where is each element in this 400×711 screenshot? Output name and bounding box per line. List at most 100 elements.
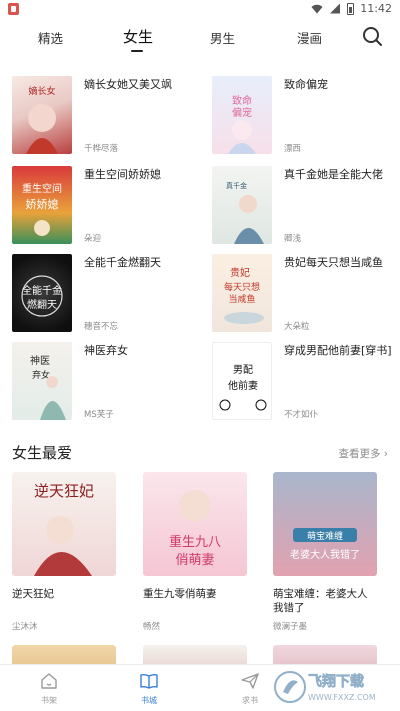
book-title: 穿成男配他前妻[穿书] bbox=[284, 344, 392, 357]
book-title: 全能千金燃翻天 bbox=[84, 256, 161, 269]
book-cover: 男配 他前妻 bbox=[212, 342, 272, 420]
status-bar: 11:42 bbox=[0, 0, 400, 18]
svg-text:当咸鱼: 当咸鱼 bbox=[228, 293, 255, 305]
cover-art: 萌宝难缠 老婆大人我错了 bbox=[290, 528, 360, 561]
cover-art: 重生空间 娇娇媳 bbox=[22, 182, 62, 236]
book-author: 千桦尽落 bbox=[84, 144, 119, 154]
book-title: 真千金她是全能大佬 bbox=[284, 168, 383, 181]
tab-male[interactable]: 男生 bbox=[210, 28, 235, 47]
svg-text:每天只想: 每天只想 bbox=[224, 281, 260, 293]
book-cover: 全能千金 燃翻天 bbox=[12, 254, 72, 332]
svg-text:萌宝难缠: 萌宝难缠 bbox=[307, 530, 343, 542]
book-cover: 神医 弃女 bbox=[12, 342, 72, 420]
watermark-logo: 飞翔下载 WWW.FXXZ.COM bbox=[274, 668, 396, 706]
nav-request-book[interactable]: 求书 bbox=[220, 671, 280, 706]
book-title: 逆天狂妃 bbox=[12, 588, 54, 600]
book-cover: 真千金 bbox=[212, 166, 272, 244]
book-store-content[interactable]: 嫡长女 嫡长女她又美又飒 千桦尽落 致命 偏宠 致命偏宠 漂西 重生空间 娇娇媳… bbox=[0, 62, 400, 664]
book-title: 嫡长女她又美又飒 bbox=[84, 78, 172, 91]
watermark-url: WWW.FXXZ.COM bbox=[308, 693, 376, 702]
svg-text:嫡长女: 嫡长女 bbox=[28, 85, 55, 97]
top-tab-bar: 精选 女生 男生 漫画 bbox=[0, 18, 400, 62]
book-title: 贵妃每天只想当咸鱼 bbox=[284, 256, 383, 269]
book-cover-peek bbox=[273, 645, 377, 664]
recommend-card[interactable]: 逆天狂妃 逆天狂妃 尘沐沐 bbox=[12, 472, 116, 632]
book-card[interactable]: 男配 他前妻 穿成男配他前妻[穿书] 不才如仆 bbox=[212, 342, 400, 422]
section-title: 女生最爱 bbox=[12, 444, 73, 462]
tab-female[interactable]: 女生 bbox=[123, 26, 153, 47]
watermark-text: 飞翔下载 bbox=[308, 673, 364, 690]
active-tab-indicator bbox=[131, 50, 143, 52]
nav-label: 书架 bbox=[41, 696, 57, 705]
book-author: MS芙子 bbox=[84, 410, 114, 420]
tab-comics[interactable]: 漫画 bbox=[297, 28, 322, 47]
book-title: 萌宝难缠：老婆大人我错了 bbox=[273, 588, 368, 614]
book-author: 穗音不忘 bbox=[84, 322, 119, 332]
book-author: 大朵粒 bbox=[284, 322, 310, 332]
book-card[interactable]: 嫡长女 嫡长女她又美又飒 千桦尽落 bbox=[12, 76, 202, 156]
recommend-card[interactable]: 萌宝难缠 老婆大人我错了 萌宝难缠：老婆大人我错了 微澜子墨 bbox=[273, 472, 377, 632]
book-title: 致命偏宠 bbox=[284, 78, 328, 91]
watermark-art: 飞翔下载 WWW.FXXZ.COM bbox=[274, 671, 376, 703]
battery-icon bbox=[347, 2, 355, 15]
book-author: 朵迎 bbox=[84, 234, 102, 244]
tab-featured[interactable]: 精选 bbox=[38, 28, 63, 47]
signal-icon bbox=[330, 3, 341, 14]
svg-text:重生九八: 重生九八 bbox=[169, 534, 221, 550]
svg-text:真千金: 真千金 bbox=[226, 181, 247, 190]
book-title: 重生空间娇娇媳 bbox=[84, 168, 161, 181]
cover-art: 嫡长女 bbox=[26, 85, 58, 154]
book-card[interactable]: 真千金 真千金她是全能大佬 卿浅 bbox=[212, 166, 400, 246]
book-card[interactable]: 全能千金 燃翻天 全能千金燃翻天 穗音不忘 bbox=[12, 254, 202, 334]
book-card[interactable]: 神医 弃女 神医弃女 MS芙子 bbox=[12, 342, 202, 422]
book-cover-peek bbox=[12, 645, 116, 664]
nav-label: 书城 bbox=[141, 696, 157, 705]
book-cover: 萌宝难缠 老婆大人我错了 bbox=[273, 472, 377, 576]
cover-art: 真千金 bbox=[226, 181, 264, 244]
book-author: 不才如仆 bbox=[284, 410, 319, 420]
book-card[interactable]: 致命 偏宠 致命偏宠 漂西 bbox=[212, 76, 400, 156]
book-author: 微澜子墨 bbox=[273, 622, 308, 632]
nav-bookstore[interactable]: 书城 bbox=[119, 671, 179, 706]
nav-label: 求书 bbox=[242, 696, 258, 705]
book-cover: 嫡长女 bbox=[12, 76, 72, 154]
cover-art: 逆天狂妃 bbox=[34, 482, 94, 576]
cover-art: 重生九八 俏萌妻 bbox=[169, 490, 221, 568]
svg-text:燃翻天: 燃翻天 bbox=[27, 298, 57, 311]
book-cover: 致命 偏宠 bbox=[212, 76, 272, 154]
book-author: 畅然 bbox=[143, 622, 161, 632]
cover-art: 全能千金 燃翻天 bbox=[21, 275, 63, 317]
svg-text:神医: 神医 bbox=[30, 354, 50, 367]
book-title: 重生九零俏萌妻 bbox=[143, 588, 217, 600]
svg-text:偏宠: 偏宠 bbox=[232, 106, 252, 119]
book-card[interactable]: 贵妃 每天只想 当咸鱼 贵妃每天只想当咸鱼 大朵粒 bbox=[212, 254, 400, 334]
book-cover-peek bbox=[143, 645, 247, 664]
svg-text:俏萌妻: 俏萌妻 bbox=[175, 553, 214, 568]
svg-text:贵妃: 贵妃 bbox=[230, 266, 250, 279]
cover-art: 神医 弃女 bbox=[30, 354, 66, 420]
svg-text:娇娇媳: 娇娇媳 bbox=[26, 197, 59, 211]
send-icon bbox=[241, 673, 259, 689]
cover-art: 贵妃 每天只想 当咸鱼 bbox=[224, 266, 264, 324]
cover-art: 男配 他前妻 bbox=[219, 364, 267, 411]
recommend-card[interactable]: 重生九八 俏萌妻 重生九零俏萌妻 畅然 bbox=[143, 472, 247, 632]
svg-text:全能千金: 全能千金 bbox=[22, 284, 62, 297]
see-more-link[interactable]: 查看更多 › bbox=[338, 446, 388, 461]
book-author: 漂西 bbox=[284, 144, 302, 154]
home-icon bbox=[41, 673, 57, 689]
search-icon[interactable] bbox=[360, 24, 384, 48]
nav-bookshelf[interactable]: 书架 bbox=[19, 671, 79, 706]
svg-text:逆天狂妃: 逆天狂妃 bbox=[34, 482, 94, 500]
book-author: 尘沐沐 bbox=[12, 622, 38, 632]
book-cover: 逆天狂妃 bbox=[12, 472, 116, 576]
book-cover: 重生空间 娇娇媳 bbox=[12, 166, 72, 244]
book-icon bbox=[140, 673, 158, 689]
book-cover: 重生九八 俏萌妻 bbox=[143, 472, 247, 576]
svg-text:他前妻: 他前妻 bbox=[228, 379, 258, 392]
wifi-icon bbox=[311, 4, 323, 13]
cover-art: 致命 偏宠 bbox=[228, 94, 256, 154]
book-card[interactable]: 重生空间 娇娇媳 重生空间娇娇媳 朵迎 bbox=[12, 166, 202, 246]
svg-text:重生空间: 重生空间 bbox=[22, 182, 62, 195]
book-author: 卿浅 bbox=[284, 234, 302, 244]
svg-text:老婆大人我错了: 老婆大人我错了 bbox=[290, 548, 360, 561]
